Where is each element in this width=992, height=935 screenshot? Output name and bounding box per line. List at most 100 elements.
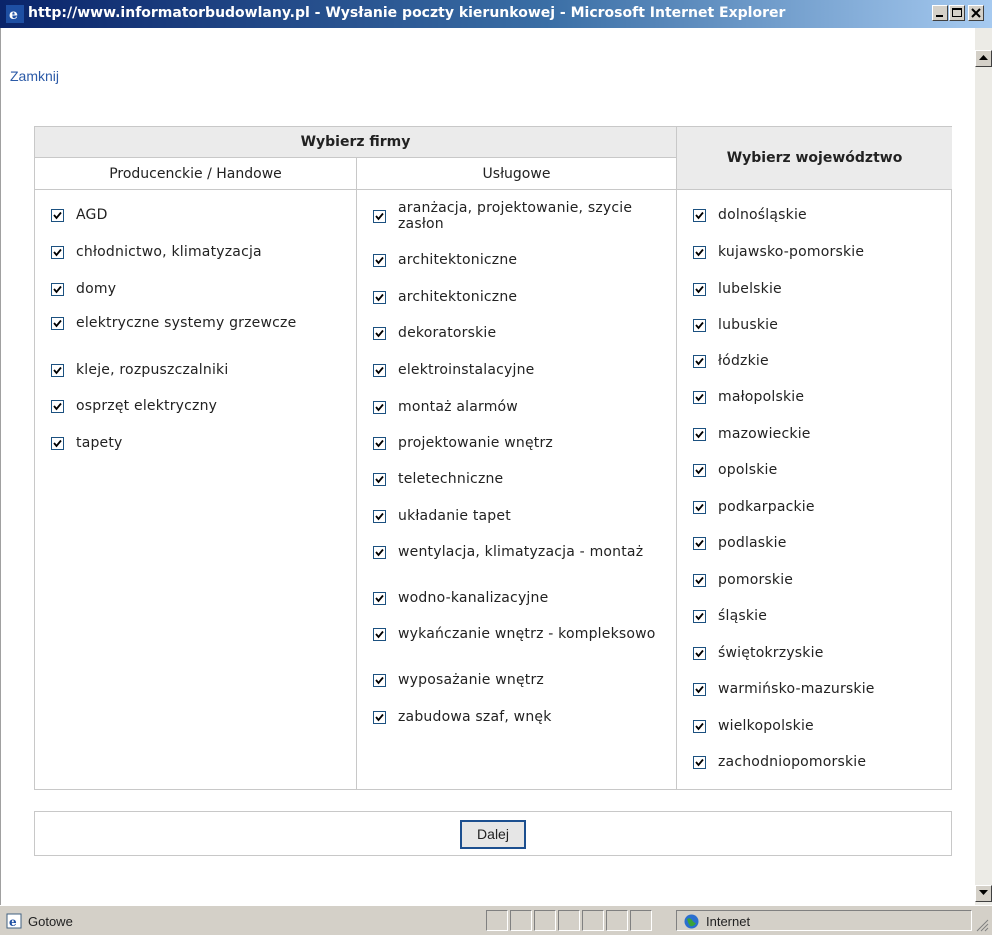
checkbox[interactable]	[373, 545, 386, 559]
checkbox[interactable]	[693, 609, 706, 623]
status-panel	[606, 910, 628, 931]
checkbox-item[interactable]: wykańczanie wnętrz - kompleksowo	[373, 626, 663, 642]
ie-logo-icon: e	[6, 5, 24, 23]
footer-panel: Dalej	[34, 811, 952, 856]
next-button[interactable]: Dalej	[460, 820, 526, 849]
checkbox[interactable]	[693, 282, 706, 296]
scroll-down-button[interactable]	[975, 885, 992, 902]
checkbox[interactable]	[693, 682, 706, 696]
title-bar[interactable]: e http://www.informatorbudowlany.pl - Wy…	[0, 0, 992, 28]
checkbox[interactable]	[373, 400, 386, 414]
checkbox-item[interactable]: śląskie	[693, 608, 983, 624]
checkbox-item[interactable]: wielkopolskie	[693, 718, 983, 734]
resize-grip-icon[interactable]	[975, 918, 989, 932]
checkbox[interactable]	[51, 363, 64, 377]
checkbox[interactable]	[51, 399, 64, 413]
checkbox[interactable]	[693, 427, 706, 441]
checkbox-item[interactable]: łódzkie	[693, 353, 983, 369]
checkbox-item[interactable]: wentylacja, klimatyzacja - montaż	[373, 544, 663, 560]
checkmark-icon	[53, 439, 62, 447]
checkbox-label: domy	[76, 281, 117, 297]
checkbox[interactable]	[373, 673, 386, 687]
checkbox[interactable]	[373, 591, 386, 605]
checkbox-label: zachodniopomorskie	[718, 754, 867, 770]
checkbox-item[interactable]: aranżacja, projektowanie, szycie zasłon	[373, 200, 663, 232]
checkbox-item[interactable]: chłodnictwo, klimatyzacja	[51, 244, 341, 260]
checkmark-icon	[375, 548, 384, 556]
checkbox-item[interactable]: elektroinstalacyjne	[373, 362, 663, 378]
checkbox[interactable]	[373, 253, 386, 267]
checkbox[interactable]	[693, 208, 706, 222]
checkbox-label: dekoratorskie	[398, 325, 497, 341]
status-panel	[486, 910, 508, 931]
close-window-button[interactable]	[968, 5, 984, 21]
checkbox-item[interactable]: dolnośląskie	[693, 207, 983, 223]
checkbox-item[interactable]: architektoniczne	[373, 289, 663, 305]
scroll-up-button[interactable]	[975, 50, 992, 67]
checkbox[interactable]	[51, 436, 64, 450]
checkbox-item[interactable]: dekoratorskie	[373, 325, 663, 341]
checkbox[interactable]	[51, 208, 64, 222]
checkbox-item[interactable]: wyposażanie wnętrz	[373, 672, 663, 688]
checkbox[interactable]	[373, 363, 386, 377]
checkbox[interactable]	[693, 354, 706, 368]
producers-header: Producenckie / Handowe	[35, 158, 356, 190]
checkbox-item[interactable]: montaż alarmów	[373, 399, 663, 415]
checkbox-item[interactable]: elektryczne systemy grzewcze	[51, 315, 341, 331]
checkbox[interactable]	[51, 282, 64, 296]
checkbox[interactable]	[373, 209, 386, 223]
checkbox[interactable]	[693, 245, 706, 259]
checkbox-item[interactable]: pomorskie	[693, 572, 983, 588]
checkbox-item[interactable]: kleje, rozpuszczalniki	[51, 362, 341, 378]
checkbox-item[interactable]: zachodniopomorskie	[693, 754, 983, 770]
checkbox-item[interactable]: teletechniczne	[373, 471, 663, 487]
checkbox[interactable]	[693, 719, 706, 733]
checkbox[interactable]	[693, 500, 706, 514]
checkbox[interactable]	[693, 646, 706, 660]
checkbox-item[interactable]: podkarpackie	[693, 499, 983, 515]
status-panel	[630, 910, 652, 931]
checkbox[interactable]	[693, 390, 706, 404]
checkbox-item[interactable]: układanie tapet	[373, 508, 663, 524]
checkbox[interactable]	[373, 509, 386, 523]
checkbox[interactable]	[51, 245, 64, 259]
checkbox[interactable]	[373, 436, 386, 450]
checkbox[interactable]	[693, 463, 706, 477]
checkbox-item[interactable]: tapety	[51, 435, 341, 451]
checkbox[interactable]	[373, 710, 386, 724]
producers-column: AGD chłodnictwo, klimatyzacja domy elektryc…	[35, 190, 356, 789]
checkbox[interactable]	[693, 573, 706, 587]
checkbox-item[interactable]: lubelskie	[693, 281, 983, 297]
checkbox-item[interactable]: małopolskie	[693, 389, 983, 405]
checkbox[interactable]	[373, 472, 386, 486]
maximize-button[interactable]	[949, 5, 965, 21]
checkbox-item[interactable]: architektoniczne	[373, 252, 663, 268]
checkbox[interactable]	[693, 536, 706, 550]
checkbox-item[interactable]: warmińsko-mazurskie	[693, 681, 983, 697]
checkbox[interactable]	[373, 627, 386, 641]
checkbox[interactable]	[51, 316, 64, 330]
checkbox[interactable]	[373, 290, 386, 304]
checkbox-label: dolnośląskie	[718, 207, 807, 223]
close-link[interactable]: Zamknij	[10, 68, 59, 84]
checkbox-item[interactable]: projektowanie wnętrz	[373, 435, 663, 451]
checkbox-item[interactable]: lubuskie	[693, 317, 983, 333]
checkbox-item[interactable]: opolskie	[693, 462, 983, 478]
checkbox-item[interactable]: osprzęt elektryczny	[51, 398, 341, 414]
checkbox-item[interactable]: zabudowa szaf, wnęk	[373, 709, 663, 725]
checkbox[interactable]	[373, 326, 386, 340]
checkbox[interactable]	[693, 318, 706, 332]
checkmark-icon	[695, 466, 704, 474]
checkbox[interactable]	[693, 755, 706, 769]
checkbox-item[interactable]: wodno-kanalizacyjne	[373, 590, 663, 606]
checkbox-item[interactable]: domy	[51, 281, 341, 297]
checkbox-item[interactable]: świętokrzyskie	[693, 645, 983, 661]
checkmark-icon	[695, 285, 704, 293]
checkbox-item[interactable]: podlaskie	[693, 535, 983, 551]
minimize-button[interactable]	[932, 5, 948, 21]
checkbox-label: lubuskie	[718, 317, 779, 333]
checkbox-label: kleje, rozpuszczalniki	[76, 362, 229, 378]
checkbox-item[interactable]: mazowieckie	[693, 426, 983, 442]
checkbox-item[interactable]: AGD	[51, 207, 341, 223]
checkbox-item[interactable]: kujawsko-pomorskie	[693, 244, 983, 260]
